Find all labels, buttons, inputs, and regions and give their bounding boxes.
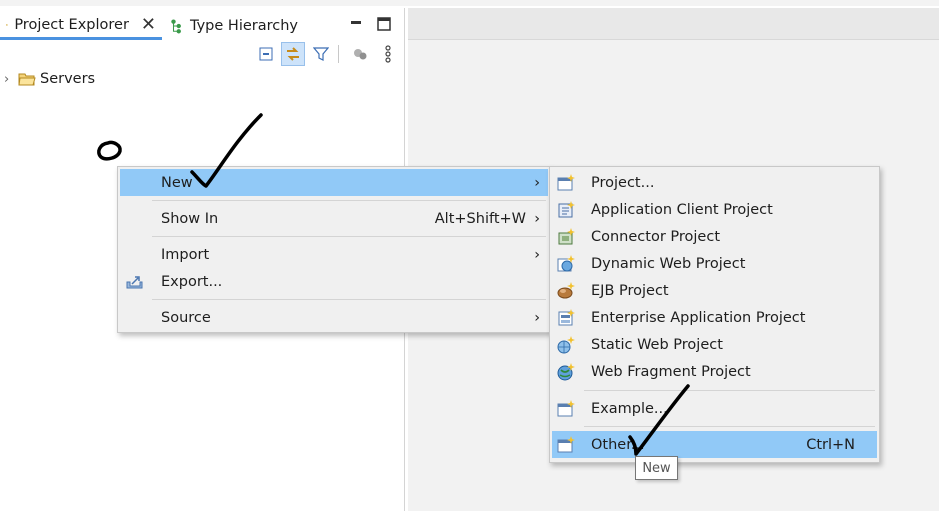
minimize-icon[interactable]	[348, 16, 364, 32]
menu-item-label: Source	[161, 309, 211, 326]
folder-icon	[18, 73, 36, 86]
close-icon[interactable]: ✕	[141, 15, 156, 34]
menu-separator	[584, 390, 875, 391]
web-fragment-project-icon	[557, 363, 575, 381]
export-icon	[126, 276, 143, 289]
submenu-item-other[interactable]: Other... Ctrl+N	[552, 431, 877, 458]
submenu-item-dynamic-web-project[interactable]: Dynamic Web Project	[552, 250, 877, 277]
collapse-all-button[interactable]	[254, 42, 278, 66]
connector-project-icon	[558, 228, 575, 245]
menu-item-label: Web Fragment Project	[591, 363, 751, 380]
menu-item-source[interactable]: Source ›	[120, 304, 548, 331]
submenu-item-ejb-project[interactable]: EJB Project	[552, 277, 877, 304]
submenu-item-example[interactable]: Example...	[552, 395, 877, 422]
view-toolbar	[250, 42, 400, 68]
focus-icon	[354, 49, 367, 60]
ejb-project-icon	[557, 282, 575, 299]
tab-type-hierarchy[interactable]: Type Hierarchy	[164, 12, 304, 40]
filter-icon	[313, 47, 329, 61]
menu-separator	[152, 200, 546, 201]
toolbar-separator	[338, 45, 339, 63]
menu-item-label: Other...	[591, 436, 645, 453]
chevron-right-icon: ›	[534, 247, 540, 263]
menu-item-label: Export...	[161, 273, 223, 290]
submenu-item-web-fragment-project[interactable]: Web Fragment Project	[552, 358, 877, 385]
menu-item-label: New	[161, 174, 193, 191]
enterprise-app-project-icon	[558, 309, 575, 326]
menu-separator	[152, 236, 546, 237]
menu-item-label: Example...	[591, 400, 668, 417]
menu-item-label: EJB Project	[591, 282, 669, 299]
tooltip: New	[635, 456, 678, 480]
new-submenu: Project... Application Client Project Co…	[549, 166, 880, 463]
other-wizard-icon	[557, 436, 575, 453]
menu-item-label: Static Web Project	[591, 336, 723, 353]
submenu-item-connector-project[interactable]: Connector Project	[552, 223, 877, 250]
menu-separator	[152, 299, 546, 300]
menu-item-import[interactable]: Import ›	[120, 241, 548, 268]
menu-item-label: Connector Project	[591, 228, 721, 245]
maximize-icon[interactable]	[376, 16, 392, 32]
menu-item-label: Dynamic Web Project	[591, 255, 746, 272]
editor-tab-bar	[408, 8, 939, 40]
menu-item-accelerator: Alt+Shift+W	[434, 210, 526, 227]
static-web-project-icon	[557, 336, 575, 354]
chevron-right-icon: ›	[534, 310, 540, 326]
menu-item-show-in[interactable]: Show In Alt+Shift+W ›	[120, 205, 548, 232]
submenu-item-enterprise-application-project[interactable]: Enterprise Application Project	[552, 304, 877, 331]
filter-button[interactable]	[309, 42, 333, 66]
view-menu-button[interactable]	[376, 42, 400, 66]
chevron-right-icon[interactable]: ›	[4, 72, 14, 87]
more-options-icon	[385, 45, 391, 63]
menu-item-label: Enterprise Application Project	[591, 309, 806, 326]
link-with-editor-icon	[287, 47, 299, 61]
submenu-item-static-web-project[interactable]: Static Web Project	[552, 331, 877, 358]
chevron-right-icon: ›	[534, 211, 540, 227]
project-explorer-icon	[6, 23, 8, 26]
dynamic-web-project-icon	[557, 255, 575, 272]
type-hierarchy-icon	[171, 19, 181, 34]
app-client-project-icon	[558, 201, 575, 218]
menu-item-label: Import	[161, 246, 210, 263]
tree-item-servers[interactable]: › Servers	[4, 68, 95, 90]
view-tab-bar: Project Explorer ✕ Type Hierarchy	[0, 8, 404, 40]
collapse-all-icon	[259, 47, 273, 61]
submenu-item-application-client-project[interactable]: Application Client Project	[552, 196, 877, 223]
menu-item-label: Show In	[161, 210, 219, 227]
tree-item-label: Servers	[40, 71, 96, 87]
menu-separator	[584, 426, 875, 427]
submenu-item-project[interactable]: Project...	[552, 169, 877, 196]
top-toolbar-strip	[0, 0, 939, 6]
tab-project-explorer[interactable]: Project Explorer ✕	[0, 12, 162, 40]
example-icon	[557, 400, 575, 417]
menu-item-export[interactable]: Export...	[120, 268, 548, 295]
menu-item-label: Project...	[591, 174, 655, 191]
link-with-editor-button[interactable]	[281, 42, 305, 66]
tab-label: Project Explorer	[14, 16, 129, 33]
menu-item-label: Application Client Project	[591, 201, 773, 218]
menu-item-new[interactable]: New ›	[120, 169, 548, 196]
chevron-right-icon: ›	[534, 175, 540, 191]
focus-button[interactable]	[348, 42, 372, 66]
new-project-icon	[557, 174, 575, 191]
menu-item-accelerator: Ctrl+N	[806, 436, 855, 453]
tab-label: Type Hierarchy	[190, 18, 298, 34]
context-menu: New › Show In Alt+Shift+W › Import › Exp…	[117, 166, 551, 333]
